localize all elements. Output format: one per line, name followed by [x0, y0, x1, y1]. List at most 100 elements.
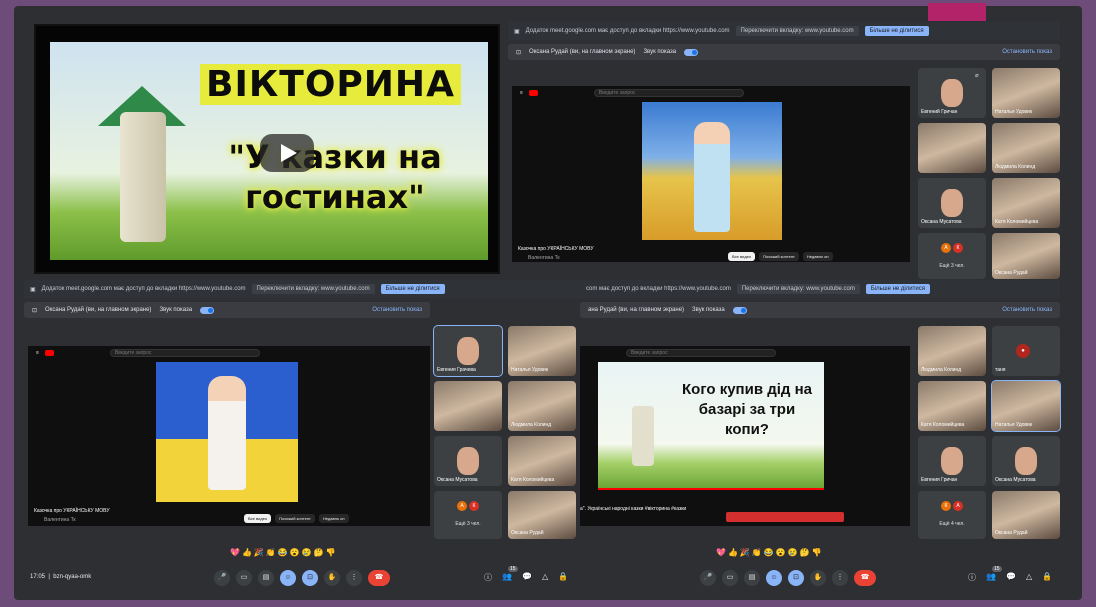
reactions-bar[interactable]: 💖👍🎉👏😂😮😢🤔👎	[230, 548, 338, 557]
switch-tab-button[interactable]: Переключити вкладку: www.youtube.com	[251, 284, 375, 294]
riddle-text: Кого купив дід на базарі за три копи?	[682, 381, 812, 438]
chip-all[interactable]: Все видео	[728, 252, 756, 261]
more-participants-tile[interactable]: АК Ещё 3 чел.	[434, 491, 502, 539]
video-frame: ВІКТОРИНА "У казки на гостинах"	[50, 42, 488, 260]
youtube-search-input[interactable]: Введите запрос	[593, 89, 744, 97]
raise-hand-icon[interactable]: ✋	[324, 570, 340, 586]
lock-icon[interactable]: 🔒	[558, 572, 568, 583]
avatar: К	[941, 501, 951, 511]
channel-name[interactable]: Валентина Тк	[528, 255, 560, 261]
people-icon[interactable]: 👥	[986, 572, 996, 583]
participant-tile[interactable]: Наталья Удовик	[992, 68, 1060, 118]
participant-tile[interactable]	[918, 123, 986, 173]
participant-tile[interactable]: Евгения Гричан	[918, 436, 986, 486]
participant-tile[interactable]: Людмила Колинд	[918, 326, 986, 376]
present-icon[interactable]: ⊡	[302, 570, 318, 586]
avatar	[941, 79, 963, 107]
raise-hand-icon[interactable]: ✋	[810, 570, 826, 586]
youtube-search-input[interactable]: Введите запрос	[109, 349, 260, 357]
stop-sharing-button[interactable]: Більше не ділитися	[865, 284, 930, 294]
chip-recent[interactable]: Недавно оп	[802, 252, 833, 261]
participant-tile[interactable]: Оксана Рудай	[992, 491, 1060, 539]
participant-tile[interactable]: ● таня	[992, 326, 1060, 376]
menu-icon[interactable]: ≡	[520, 90, 523, 96]
avatar: А	[457, 501, 467, 511]
emoji-icon[interactable]: ☺	[280, 570, 296, 586]
participant-tile[interactable]	[434, 381, 502, 431]
avatar	[457, 447, 479, 475]
emoji-icon[interactable]: ☺	[766, 570, 782, 586]
participant-tile[interactable]: Катя Коломийцева	[918, 381, 986, 431]
participant-tile[interactable]: Катя Коломийцева	[992, 178, 1060, 228]
chip-all[interactable]: Все видео	[244, 514, 272, 523]
stop-sharing-button[interactable]: Більше не ділитися	[864, 26, 929, 36]
tower-illustration	[632, 406, 654, 466]
stop-presenting-button[interactable]: Остановить показ	[1002, 49, 1052, 55]
sound-toggle[interactable]	[200, 306, 215, 314]
ad-banner[interactable]	[726, 512, 844, 522]
youtube-search-input[interactable]: Введите запрос	[626, 349, 776, 357]
participant-tile[interactable]: Евгения Грачева	[433, 325, 503, 377]
lock-icon[interactable]: 🔒	[1042, 572, 1052, 583]
meeting-code[interactable]: bzn-qyaa-omk	[53, 574, 91, 580]
switch-tab-button[interactable]: Переключити вкладку: www.youtube.com	[736, 284, 860, 294]
participant-tile[interactable]: ⌀ Евгений Гричан	[918, 68, 986, 118]
participant-tile[interactable]: Оксана Мусатова	[918, 178, 986, 228]
present-icon[interactable]: ⊡	[788, 570, 804, 586]
activities-icon[interactable]: △	[1026, 572, 1032, 583]
chat-icon[interactable]: 💬	[1006, 572, 1016, 583]
share-notice-text: com має доступ до вкладки https://www.yo…	[586, 286, 731, 292]
stop-presenting-button[interactable]: Остановить показ	[372, 307, 422, 313]
menu-icon[interactable]: ≡	[36, 350, 39, 356]
more-options-icon[interactable]: ⋮	[832, 570, 848, 586]
chat-icon[interactable]: 💬	[522, 572, 532, 583]
mic-icon[interactable]: 🎤	[700, 570, 716, 586]
youtube-header: ≡ Введите запрос	[512, 86, 910, 100]
youtube-logo-icon[interactable]	[44, 350, 54, 356]
more-options-icon[interactable]: ⋮	[346, 570, 362, 586]
participant-tile[interactable]: Людмила Колинд	[508, 381, 576, 431]
more-count: Ещё 3 чел.	[455, 521, 481, 527]
quiz-video-thumbnail[interactable]: ВІКТОРИНА "У казки на гостинах"	[34, 24, 500, 274]
sound-toggle[interactable]	[732, 306, 747, 314]
camera-icon[interactable]: ▭	[236, 570, 252, 586]
sound-toggle[interactable]	[684, 48, 699, 56]
camera-icon[interactable]: ▭	[722, 570, 738, 586]
participant-tile[interactable]: Наталья Удовик	[991, 380, 1061, 432]
play-icon[interactable]	[260, 134, 314, 172]
captions-icon[interactable]: ▤	[258, 570, 274, 586]
stop-sharing-button[interactable]: Більше не ділитися	[380, 284, 445, 294]
reactions-bar[interactable]: 💖👍🎉👏😂😮😢🤔👎	[716, 548, 824, 557]
info-icon[interactable]: ⓘ	[484, 572, 492, 583]
switch-tab-button[interactable]: Переключити вкладку: www.youtube.com	[735, 26, 859, 36]
participant-tile[interactable]: Оксана Мусатова	[992, 436, 1060, 486]
participant-tile[interactable]: Катя Коломийцева	[508, 436, 576, 486]
leave-call-button[interactable]: ☎	[368, 570, 390, 586]
share-icon: ▣	[514, 28, 520, 35]
participant-tile[interactable]: Оксана Мусатова	[434, 436, 502, 486]
video-progress-bar[interactable]	[598, 488, 824, 490]
call-controls: 🎤 ▭ ▤ ☺ ⊡ ✋ ⋮ ☎	[700, 570, 876, 586]
chip-related[interactable]: Похожий контент	[275, 514, 315, 523]
avatar	[941, 189, 963, 217]
participant-tile[interactable]: Наталья Удовик	[508, 326, 576, 376]
chip-related[interactable]: Похожий контент	[759, 252, 799, 261]
people-icon[interactable]: 👥	[502, 572, 512, 583]
riddle-slide: Кого купив дід на базарі за три копи?	[598, 362, 824, 488]
youtube-logo-icon[interactable]	[528, 90, 538, 96]
chip-recent[interactable]: Недавно оп	[318, 514, 349, 523]
channel-name[interactable]: Валентина Тк	[44, 517, 76, 523]
mic-icon[interactable]: 🎤	[214, 570, 230, 586]
stop-presenting-button[interactable]: Остановить показ	[1002, 307, 1052, 313]
more-participants-tile[interactable]: КА Ещё 4 чел.	[918, 491, 986, 539]
activities-icon[interactable]: △	[542, 572, 548, 583]
more-participants-tile[interactable]: АК Ещё 3 чел.	[918, 233, 986, 279]
leave-call-button[interactable]: ☎	[854, 570, 876, 586]
captions-icon[interactable]: ▤	[744, 570, 760, 586]
participant-tile[interactable]: Людмила Колинд	[992, 123, 1060, 173]
info-icon[interactable]: ⓘ	[968, 572, 976, 583]
participant-tile[interactable]: Оксана Рудай	[508, 491, 576, 539]
side-controls: ⓘ 👥 💬 △ 🔒	[968, 572, 1052, 583]
sound-label: Звук показа	[643, 49, 677, 55]
participant-tile[interactable]: Оксана Рудай	[992, 233, 1060, 279]
